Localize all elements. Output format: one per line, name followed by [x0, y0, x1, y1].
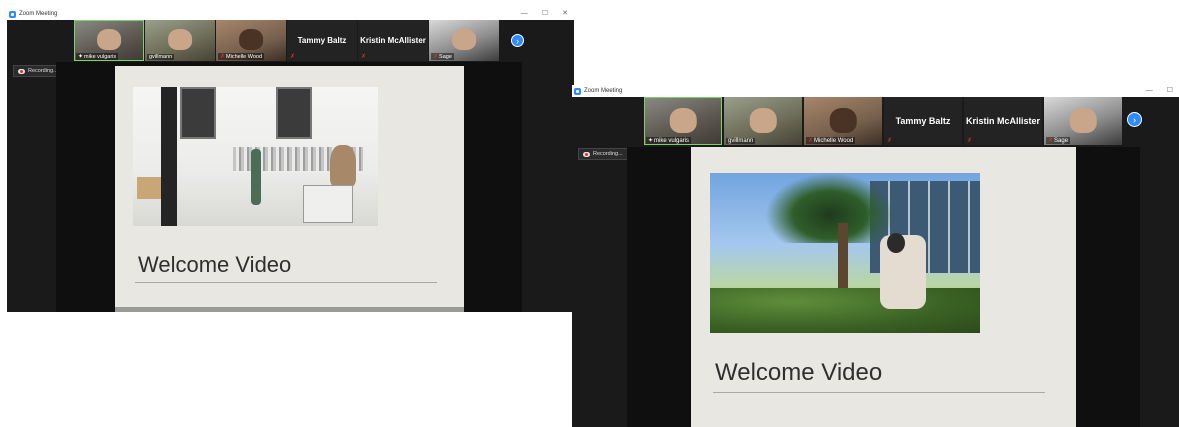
presentation-slide: Welcome Video [115, 66, 464, 312]
slide-title: Welcome Video [138, 252, 292, 277]
maximize-button[interactable]: ☐ [542, 8, 548, 20]
participant-name: Kristin McAllister [360, 36, 426, 45]
participant-name-label: gvillmann [147, 54, 175, 60]
mic-muted-icon: ✗ [220, 54, 226, 60]
cloud-recording-icon [18, 68, 25, 74]
participant-name: Tammy Baltz [297, 36, 347, 45]
title-bar[interactable]: Zoom Meeting — ☐ [572, 85, 1179, 97]
participant-name: Kristin McAllister [965, 116, 1041, 126]
participant-video [829, 107, 857, 133]
participant-strip: ✦ mike vulgaris gvillmann ✗ Michelle Woo… [644, 97, 1124, 145]
next-participants-button[interactable]: › [511, 34, 524, 47]
zoom-window-2: Zoom Meeting — ☐ ✦ mike vulgaris gvillma… [572, 85, 1179, 427]
pin-icon: ✦ [78, 54, 84, 60]
mic-muted-icon: ✗ [433, 54, 439, 60]
slide-title: Welcome Video [715, 359, 883, 386]
participant-name-label: ✗ Michelle Wood [806, 137, 856, 144]
participant-name: Tammy Baltz [895, 116, 951, 126]
presentation-slide: Welcome Video [691, 147, 1076, 427]
participant-name-label: ✗ Sage [431, 53, 454, 60]
participant-tile-michelle-wood[interactable]: ✗ Michelle Wood [216, 20, 286, 61]
participant-tile-mike-vulgaris[interactable]: ✦ mike vulgaris [644, 97, 722, 145]
participant-tile-mike-vulgaris[interactable]: ✦ mike vulgaris [74, 20, 144, 61]
participant-video [669, 107, 697, 133]
participant-name-label: ✗ Michelle Wood [218, 53, 265, 60]
minimize-button[interactable]: — [1146, 85, 1153, 97]
close-button[interactable]: ✕ [562, 8, 568, 20]
screen-share-area: Welcome Video [627, 147, 1140, 427]
zoom-window-1: Zoom Meeting — ☐ ✕ ✦ mike vulgaris gvill… [7, 8, 574, 312]
slide-photo [133, 87, 378, 226]
participant-tile-michelle-wood[interactable]: ✗ Michelle Wood [804, 97, 882, 145]
window-title: Zoom Meeting [19, 11, 58, 17]
mic-muted-icon: ✗ [887, 138, 893, 144]
slide-bottom-bar [115, 307, 464, 312]
mic-muted-icon: ✗ [361, 54, 367, 60]
participant-tile-gvillmann[interactable]: gvillmann [145, 20, 215, 61]
participant-tile-kristin-mcallister[interactable]: Kristin McAllister ✗ [964, 97, 1042, 145]
pin-icon: ✦ [648, 138, 654, 144]
screen-share-area: Welcome Video [56, 62, 522, 312]
participant-name-label: ✗ Sage [1046, 137, 1071, 144]
participant-name-label: ✦ mike vulgaris [646, 137, 692, 144]
next-participants-button[interactable]: › [1127, 112, 1142, 127]
slide-photo [710, 173, 980, 333]
cloud-recording-icon [583, 151, 590, 157]
title-bar[interactable]: Zoom Meeting — ☐ ✕ [7, 8, 574, 20]
participant-tile-sage[interactable]: ✗ Sage [429, 20, 499, 61]
participant-video [168, 29, 192, 51]
participant-name-label: gvillmann [726, 138, 756, 144]
participant-video [97, 29, 121, 51]
title-divider [713, 392, 1045, 393]
window-controls: — ☐ [1146, 85, 1173, 97]
mic-muted-icon: ✗ [808, 138, 814, 144]
window-controls: — ☐ ✕ [521, 8, 568, 20]
recording-label: Recording... [593, 151, 623, 157]
participant-video [239, 29, 263, 51]
zoom-logo-icon [574, 87, 581, 95]
zoom-logo-icon [9, 10, 16, 18]
participant-name-label: ✦ mike vulgaris [76, 53, 119, 60]
maximize-button[interactable]: ☐ [1167, 85, 1173, 97]
title-divider [135, 282, 437, 283]
participant-tile-tammy-baltz[interactable]: Tammy Baltz ✗ [884, 97, 962, 145]
participant-video [1069, 107, 1097, 133]
participant-tile-sage[interactable]: ✗ Sage [1044, 97, 1122, 145]
mic-muted-icon: ✗ [290, 54, 296, 60]
participant-tile-tammy-baltz[interactable]: Tammy Baltz ✗ [287, 20, 357, 61]
mic-muted-icon: ✗ [967, 138, 973, 144]
participant-tile-kristin-mcallister[interactable]: Kristin McAllister ✗ [358, 20, 428, 61]
recording-label: Recording... [28, 68, 58, 74]
participant-video [749, 107, 777, 133]
mic-muted-icon: ✗ [1048, 138, 1054, 144]
window-title: Zoom Meeting [584, 88, 623, 94]
recording-indicator[interactable]: Recording... [578, 148, 628, 160]
minimize-button[interactable]: — [521, 8, 528, 20]
participant-tile-gvillmann[interactable]: gvillmann [724, 97, 802, 145]
participant-video [452, 29, 476, 51]
participant-strip: ✦ mike vulgaris gvillmann ✗ Michelle Woo… [74, 20, 500, 61]
